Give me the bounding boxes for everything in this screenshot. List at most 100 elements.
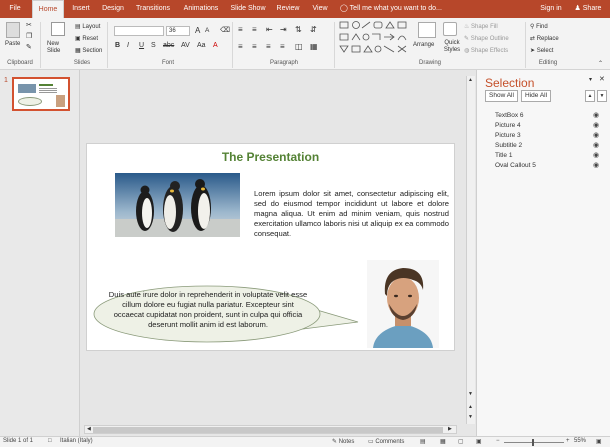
columns-icon[interactable]: ◫: [295, 42, 303, 51]
share-button[interactable]: ♟ Share: [570, 0, 606, 18]
shadow-button[interactable]: S: [151, 42, 156, 49]
change-case-icon[interactable]: Aa: [197, 42, 206, 49]
find-button[interactable]: ⚲ Find: [530, 23, 548, 30]
horizontal-scrollbar[interactable]: ◀ ▶: [84, 425, 457, 434]
collapse-ribbon-icon[interactable]: ⌃: [598, 60, 603, 67]
hide-all-button[interactable]: Hide All: [521, 90, 552, 102]
tab-review[interactable]: Review: [274, 0, 302, 18]
portrait-picture[interactable]: [367, 260, 439, 348]
justify-icon[interactable]: ≡: [280, 42, 285, 51]
bring-forward-icon[interactable]: ▲: [585, 90, 595, 102]
text-direction-icon[interactable]: ⇵: [310, 25, 317, 34]
slide-sorter-icon[interactable]: ▦: [440, 438, 446, 445]
tab-animations[interactable]: Animations: [180, 0, 222, 18]
shape-fill-button[interactable]: ♨ Shape Fill: [464, 23, 498, 30]
align-left-icon[interactable]: ≡: [238, 42, 243, 51]
quick-styles-icon[interactable]: [443, 22, 457, 36]
font-size-input[interactable]: 36: [166, 26, 190, 36]
selection-item[interactable]: Subtitle 2: [495, 142, 522, 149]
send-backward-icon[interactable]: ▼: [597, 90, 607, 102]
numbering-icon[interactable]: ≡: [252, 25, 257, 34]
sign-in-link[interactable]: Sign in: [538, 0, 564, 18]
slide-thumbnail[interactable]: [12, 77, 70, 111]
notes-button[interactable]: ✎ Notes: [332, 438, 354, 445]
normal-view-icon[interactable]: ▤: [420, 438, 426, 445]
align-right-icon[interactable]: ≡: [266, 42, 271, 51]
grow-font-icon[interactable]: A: [195, 26, 200, 35]
strikethrough-button[interactable]: abc: [163, 42, 174, 49]
eye-icon[interactable]: ◉: [593, 111, 599, 119]
reset-button[interactable]: ▣ Reset: [75, 35, 98, 42]
fit-slide-icon[interactable]: ▣: [596, 438, 602, 445]
zoom-in-icon[interactable]: +: [566, 438, 570, 444]
selection-item[interactable]: Title 1: [495, 152, 512, 159]
vertical-scrollbar[interactable]: ▲ ▼ ▲ ▼: [466, 76, 475, 424]
cut-icon[interactable]: ✂: [26, 21, 32, 29]
tell-me-box[interactable]: ◯ Tell me what you want to do...: [340, 0, 450, 18]
shape-effects-button[interactable]: ◍ Shape Effects: [464, 47, 508, 54]
arrange-button[interactable]: Arrange: [413, 42, 434, 48]
font-color-icon[interactable]: A: [213, 42, 218, 49]
eye-icon[interactable]: ◉: [593, 141, 599, 149]
tab-design[interactable]: Design: [98, 0, 128, 18]
spacing-icon[interactable]: AV: [181, 42, 190, 49]
align-center-icon[interactable]: ≡: [252, 42, 257, 51]
scroll-left-icon[interactable]: ◀: [87, 426, 91, 432]
close-pane-icon[interactable]: ✕: [599, 75, 605, 83]
bold-button[interactable]: B: [115, 42, 120, 49]
smartart-icon[interactable]: ▦: [310, 42, 318, 51]
show-all-button[interactable]: Show All: [485, 90, 518, 102]
comments-button[interactable]: ▭ Comments: [368, 438, 404, 445]
horizontal-scroll-thumb[interactable]: [93, 427, 443, 433]
paste-button[interactable]: Paste: [5, 41, 20, 47]
tab-insert[interactable]: Insert: [68, 0, 94, 18]
eye-icon[interactable]: ◉: [593, 131, 599, 139]
language-indicator[interactable]: Italian (Italy): [60, 438, 93, 444]
zoom-level[interactable]: 55%: [574, 438, 586, 444]
quick-styles-button[interactable]: Quick Styles: [440, 40, 464, 54]
new-slide-icon[interactable]: [51, 22, 65, 36]
pane-options-icon[interactable]: ▾: [589, 76, 592, 83]
section-button[interactable]: ▦ Section: [75, 47, 102, 54]
increase-indent-icon[interactable]: ⇥: [280, 25, 287, 34]
shrink-font-icon[interactable]: A: [205, 27, 209, 34]
scroll-down-icon[interactable]: ▼: [468, 391, 473, 397]
font-name-input[interactable]: [114, 26, 164, 36]
next-slide-icon[interactable]: ▼: [468, 414, 473, 420]
zoom-out-icon[interactable]: −: [496, 438, 500, 444]
penguin-picture[interactable]: [115, 173, 240, 237]
select-button[interactable]: ➤ Select: [530, 47, 553, 54]
format-painter-icon[interactable]: ✎: [26, 43, 32, 51]
tab-file[interactable]: File: [4, 0, 26, 18]
eye-icon[interactable]: ◉: [593, 121, 599, 129]
eye-icon[interactable]: ◉: [593, 151, 599, 159]
eye-icon[interactable]: ◉: [593, 161, 599, 169]
layout-button[interactable]: ▤ Layout: [75, 23, 100, 30]
proofing-icon[interactable]: □: [48, 438, 52, 444]
callout-textbox[interactable]: Duis aute irure dolor in reprehenderit i…: [108, 290, 308, 330]
scroll-up-icon[interactable]: ▲: [468, 77, 473, 83]
bullets-icon[interactable]: ≡: [238, 25, 243, 34]
tab-transitions[interactable]: Transitions: [132, 0, 174, 18]
tab-home[interactable]: Home: [32, 0, 64, 18]
replace-button[interactable]: ⇄ Replace: [530, 35, 559, 42]
underline-button[interactable]: U: [139, 42, 144, 49]
copy-icon[interactable]: ❐: [26, 32, 32, 40]
scroll-right-icon[interactable]: ▶: [448, 426, 452, 432]
shapes-gallery[interactable]: [338, 20, 410, 58]
slideshow-icon[interactable]: ▣: [476, 438, 482, 445]
zoom-slider-thumb[interactable]: [532, 439, 534, 446]
selection-item[interactable]: Oval Callout 5: [495, 162, 536, 169]
slide-body-textbox[interactable]: Lorem ipsum dolor sit amet, consectetur …: [254, 189, 449, 239]
new-slide-button[interactable]: New Slide: [47, 41, 73, 55]
clear-format-icon[interactable]: ⌫: [220, 26, 230, 34]
arrange-icon[interactable]: [418, 22, 436, 38]
selection-item[interactable]: TextBox 6: [495, 112, 524, 119]
slide-title[interactable]: The Presentation: [87, 150, 454, 164]
tab-view[interactable]: View: [308, 0, 332, 18]
selection-item[interactable]: Picture 3: [495, 132, 521, 139]
italic-button[interactable]: I: [127, 42, 129, 49]
shape-outline-button[interactable]: ✎ Shape Outline: [464, 35, 509, 42]
line-spacing-icon[interactable]: ⇅: [295, 25, 302, 34]
decrease-indent-icon[interactable]: ⇤: [266, 25, 273, 34]
